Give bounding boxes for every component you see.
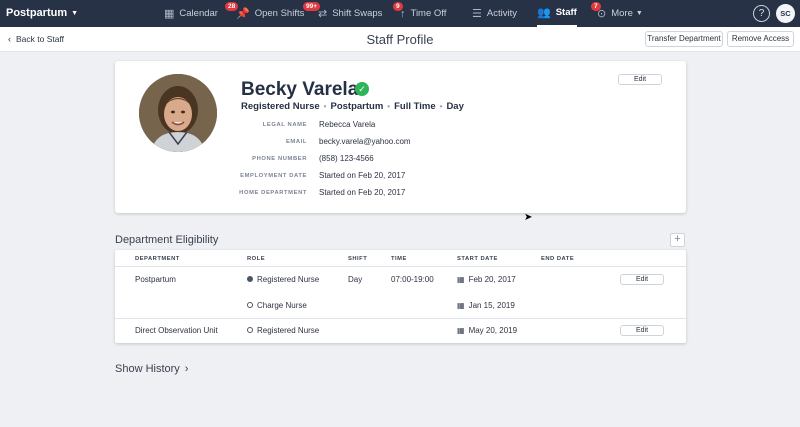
nav-item-label: Staff [555, 7, 577, 18]
user-avatar[interactable]: SC [776, 4, 795, 23]
transfer-department-button[interactable]: Transfer Department [645, 31, 723, 47]
nav-item-shift-swaps[interactable]: ⇄ Shift Swaps [318, 0, 382, 27]
pin-icon: 📌 [236, 8, 250, 20]
caret-down-icon: ▼ [635, 10, 643, 17]
nav-item-label: Time Off [410, 8, 447, 19]
primary-role-dot-icon [247, 276, 253, 282]
show-history-label: Show History [115, 363, 180, 375]
chevron-right-icon: › [184, 363, 189, 375]
profile-card: Becky Varela ✓ Registered Nurse • Postpart… [115, 61, 686, 213]
department-switcher[interactable]: Postpartum ▼ [6, 7, 78, 19]
mouse-cursor-icon: ➤ [524, 212, 533, 223]
remove-access-button[interactable]: Remove Access [727, 31, 794, 47]
home-department-label: HOME DEPARTMENT [239, 190, 307, 196]
staff-name: Becky Varela [241, 79, 359, 100]
edit-row-button[interactable]: Edit [620, 274, 664, 285]
email-label: EMAIL [285, 139, 307, 145]
nav-item-time-off[interactable]: ↑ Time Off [400, 0, 446, 27]
calendar-icon: ▦ [457, 275, 465, 284]
secondary-role-dot-icon [247, 327, 253, 333]
row-time: 07:00-19:00 [391, 275, 434, 284]
eligibility-table: DEPARTMENT ROLE SHIFT TIME START DATE EN… [115, 250, 686, 343]
column-header-role: ROLE [247, 256, 266, 262]
column-header-shift: SHIFT [348, 256, 368, 262]
tag-role: Registered Nurse [241, 101, 320, 112]
add-eligibility-button[interactable]: + [670, 233, 685, 247]
swap-icon: ⇄ [318, 8, 328, 20]
help-button[interactable]: ? [753, 5, 770, 22]
staff-icon: 👥 [537, 7, 551, 19]
staff-tags: Registered Nurse • Postpartum • Full Time • Da… [241, 101, 464, 112]
row-start-date: ▦ May 20, 2019 [457, 326, 518, 335]
verified-check-icon: ✓ [355, 82, 369, 96]
sub-header: ‹ Back to Staff Staff Profile Transfer De… [0, 27, 800, 52]
nav-item-label: Activity [486, 8, 517, 19]
edit-row-button[interactable]: Edit [620, 325, 664, 336]
row-role: Registered Nurse [247, 275, 319, 284]
column-header-start-date: START DATE [457, 256, 498, 262]
phone-number-value: (858) 123-4566 [319, 154, 374, 163]
phone-number-label: PHONE NUMBER [252, 156, 307, 162]
nav-item-open-shifts[interactable]: 📌 Open Shifts [236, 0, 304, 27]
legal-name-label: LEGAL NAME [262, 122, 307, 128]
calendar-icon: ▦ [457, 301, 465, 310]
employment-date-label: EMPLOYMENT DATE [240, 173, 307, 179]
calendar-icon: ▦ [164, 8, 175, 20]
tag-employment-type: Full Time [394, 101, 436, 112]
tag-department: Postpartum [330, 101, 384, 112]
row-role: Registered Nurse [247, 326, 319, 335]
nav-item-label: Open Shifts [254, 8, 305, 19]
calendar-icon: ▦ [457, 326, 465, 335]
legal-name-value: Rebecca Varela [319, 120, 376, 129]
nav-item-staff[interactable]: 👥 Staff [537, 0, 577, 27]
secondary-role-dot-icon [247, 302, 253, 308]
email-value: becky.varela@yahoo.com [319, 137, 411, 146]
row-role: Charge Nurse [247, 301, 307, 310]
row-department: Direct Observation Unit [135, 326, 218, 335]
list-icon: ☰ [472, 8, 482, 20]
nav-item-activity[interactable]: ☰ Activity [472, 0, 517, 27]
nav-item-more[interactable]: ⊙ More ▼ [597, 0, 643, 27]
row-start-date: ▦ Jan 15, 2019 [457, 301, 515, 310]
row-department: Postpartum [135, 275, 176, 284]
row-start-date: ▦ Feb 20, 2017 [457, 275, 516, 284]
nav-item-label: More [611, 8, 633, 19]
edit-profile-button[interactable]: Edit [618, 74, 662, 85]
nav-item-label: Shift Swaps [332, 8, 383, 19]
nav-item-calendar[interactable]: ▦ Calendar [164, 0, 218, 27]
home-department-value: Started on Feb 20, 2017 [319, 188, 406, 197]
tag-shift: Day [446, 101, 464, 112]
column-header-department: DEPARTMENT [135, 256, 180, 262]
employment-date-value: Started on Feb 20, 2017 [319, 171, 406, 180]
more-badge: 7 [591, 2, 601, 11]
caret-down-icon: ▼ [71, 10, 79, 17]
show-history-toggle[interactable]: Show History › [115, 363, 188, 375]
department-switcher-label: Postpartum [6, 7, 68, 19]
shift-swaps-badge: 99+ [303, 2, 321, 11]
column-header-time: TIME [391, 256, 407, 262]
open-shifts-badge: 28 [225, 2, 239, 11]
column-header-end-date: END DATE [541, 256, 575, 262]
top-nav: Postpartum ▼ ▦ Calendar 📌 Open Shifts 28 … [0, 0, 800, 27]
department-eligibility-heading: Department Eligibility [115, 234, 219, 246]
row-shift: Day [348, 275, 363, 284]
nav-item-label: Calendar [179, 8, 218, 19]
time-off-badge: 9 [393, 2, 403, 11]
